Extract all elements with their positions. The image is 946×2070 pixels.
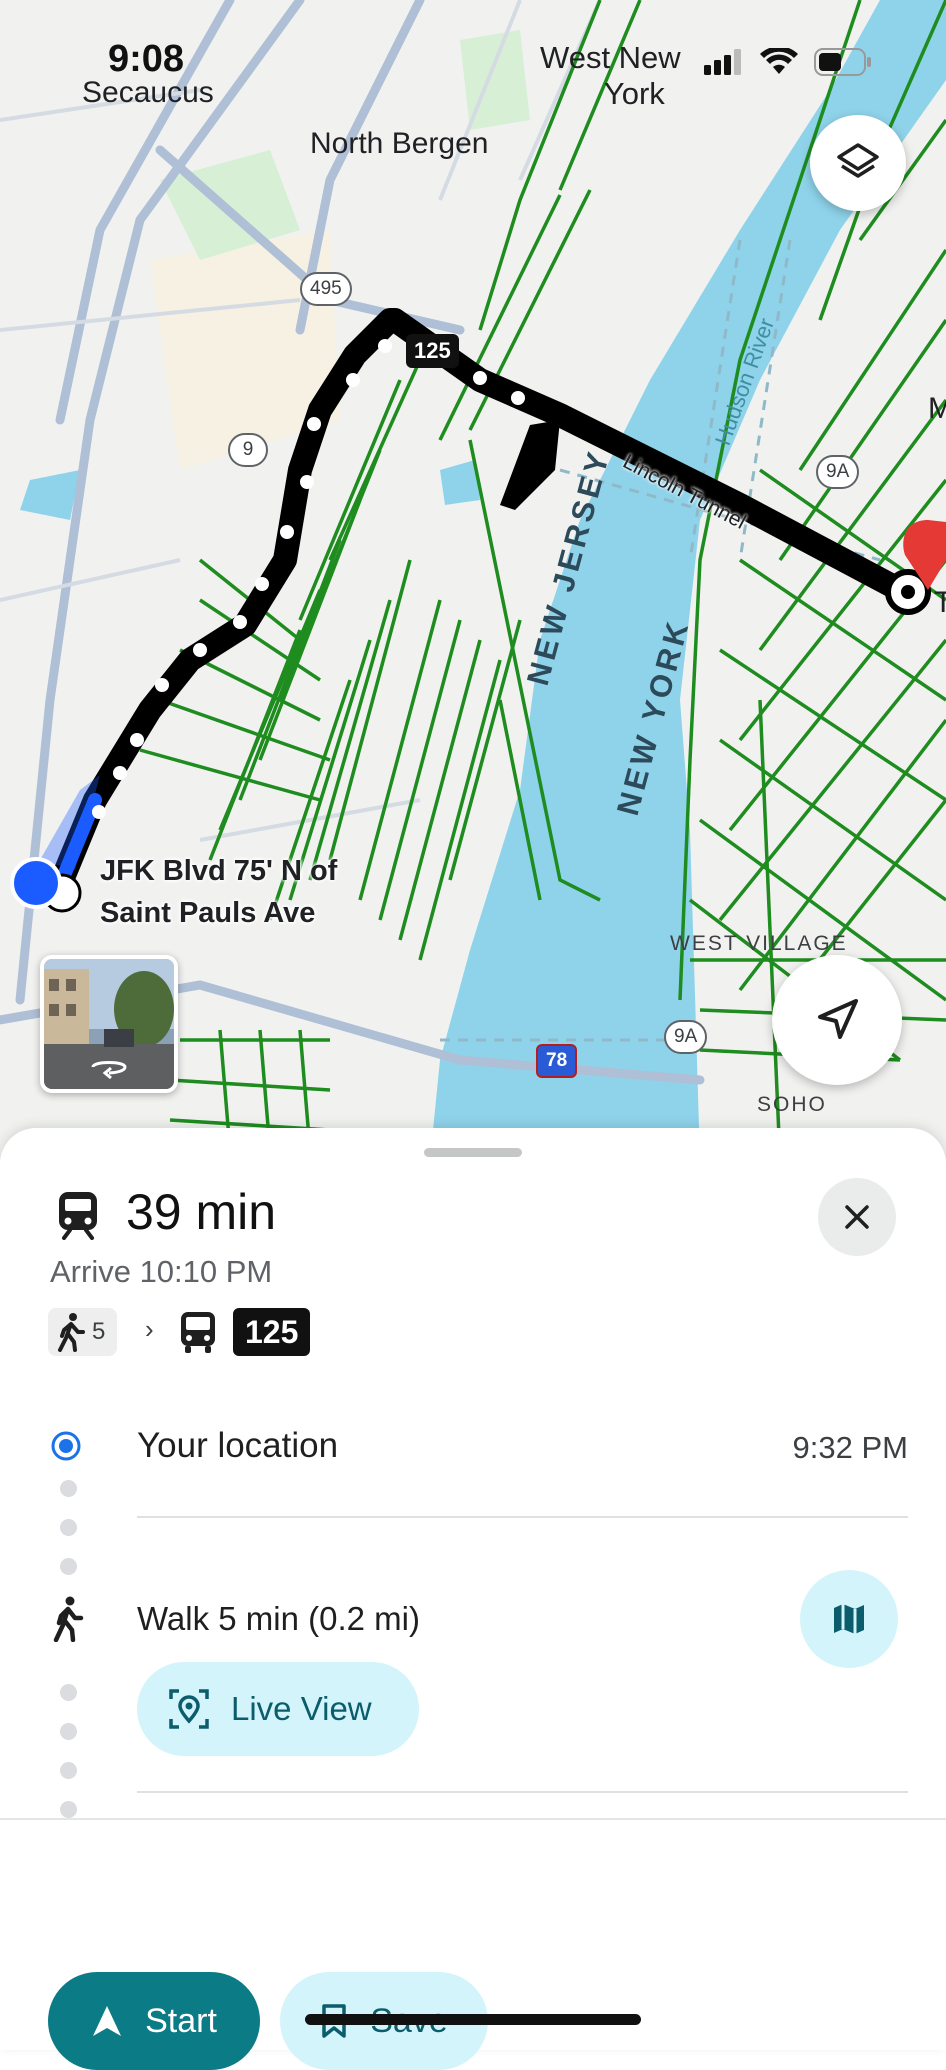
arrival-time: Arrive 10:10 PM [50, 1254, 273, 1289]
layers-icon [837, 143, 879, 178]
walking-icon [58, 1313, 85, 1352]
status-bar-time: 9:08 [108, 38, 185, 80]
timeline-dot [60, 1801, 77, 1818]
navigation-arrow-icon [818, 999, 858, 1039]
timeline-dot [60, 1480, 77, 1497]
origin-stop-label-line2: Saint Pauls Ave [100, 897, 316, 929]
map-label-west-new-york: West New York [540, 40, 681, 112]
street-view-rotate-icon [91, 1061, 127, 1079]
route-shield-9a-top: 9A [816, 455, 860, 489]
map-label-west-new-york-line1: West New [540, 40, 681, 75]
battery-icon [814, 48, 871, 76]
bus-route-chip: 125 [233, 1308, 311, 1356]
close-icon [845, 1205, 869, 1229]
map-label-west-new-york-line2: York [603, 76, 665, 111]
timeline-dot [60, 1684, 77, 1701]
signal-icon [704, 49, 741, 75]
origin-stop-label-line1: JFK Blvd 75' N of [100, 855, 338, 887]
origin-time: 9:32 PM [792, 1430, 908, 1465]
map-label-soho: SOHO [757, 1093, 827, 1116]
route-shield-9a-bottom: 9A [664, 1020, 708, 1054]
timeline-dot [60, 1762, 77, 1779]
origin-stop-label[interactable]: JFK Blvd 75' N of Saint Pauls Ave [100, 850, 337, 934]
walking-step-icon [53, 1596, 84, 1642]
layers-button[interactable] [810, 115, 906, 211]
trip-duration: 39 min [126, 1184, 277, 1240]
live-view-icon [169, 1689, 209, 1729]
origin-label[interactable]: Your location [137, 1426, 338, 1466]
route-shield-9: 9 [228, 433, 268, 467]
step-divider [137, 1791, 908, 1793]
navigation-start-icon [93, 2006, 122, 2036]
home-indicator[interactable] [305, 2014, 641, 2025]
live-view-label: Live View [231, 1690, 372, 1727]
transit-train-icon [59, 1192, 97, 1240]
street-view-thumbnail[interactable] [40, 955, 178, 1093]
timeline-dot [60, 1558, 77, 1575]
origin-marker-icon [51, 1431, 81, 1461]
start-label: Start [145, 2001, 217, 2040]
live-view-button[interactable]: Live View [137, 1662, 419, 1756]
walk-step-label[interactable]: Walk 5 min (0.2 mi) [137, 1600, 420, 1638]
map-label-secaucus: Secaucus [82, 76, 214, 109]
status-bar-icons [704, 48, 872, 76]
directions-sheet[interactable]: 39 min Arrive 10:10 PM 5 › 125 Your loca… [0, 1128, 946, 2070]
chevron-right-icon: › [145, 1314, 154, 1344]
walk-minutes: 5 [92, 1318, 106, 1345]
bus-icon [181, 1312, 215, 1353]
start-button[interactable]: Start [48, 1972, 260, 2070]
bus-route-tag[interactable]: 125 [406, 334, 459, 368]
map-icon [834, 1604, 864, 1634]
map-label-north-bergen: North Bergen [310, 127, 489, 160]
origin-location-dot [10, 857, 62, 909]
wifi-icon [760, 48, 798, 74]
sheet-drag-handle[interactable] [424, 1148, 522, 1157]
map-view[interactable]: Secaucus North Bergen West New York NEW … [0, 0, 946, 1160]
timeline-dot [60, 1723, 77, 1740]
walk-segment-chip: 5 [48, 1308, 118, 1356]
route-shield-495: 495 [300, 272, 352, 306]
route-shield-i78: 78 [536, 1044, 578, 1078]
map-label-west-village: WEST VILLAGE [670, 932, 848, 955]
map-label-t-edge: T [934, 586, 946, 619]
recenter-button[interactable] [772, 955, 902, 1085]
map-label-m-edge: M [928, 392, 946, 425]
close-button[interactable] [818, 1178, 896, 1256]
step-divider [137, 1516, 908, 1518]
timeline-dot [60, 1519, 77, 1536]
show-on-map-button[interactable] [800, 1570, 898, 1668]
